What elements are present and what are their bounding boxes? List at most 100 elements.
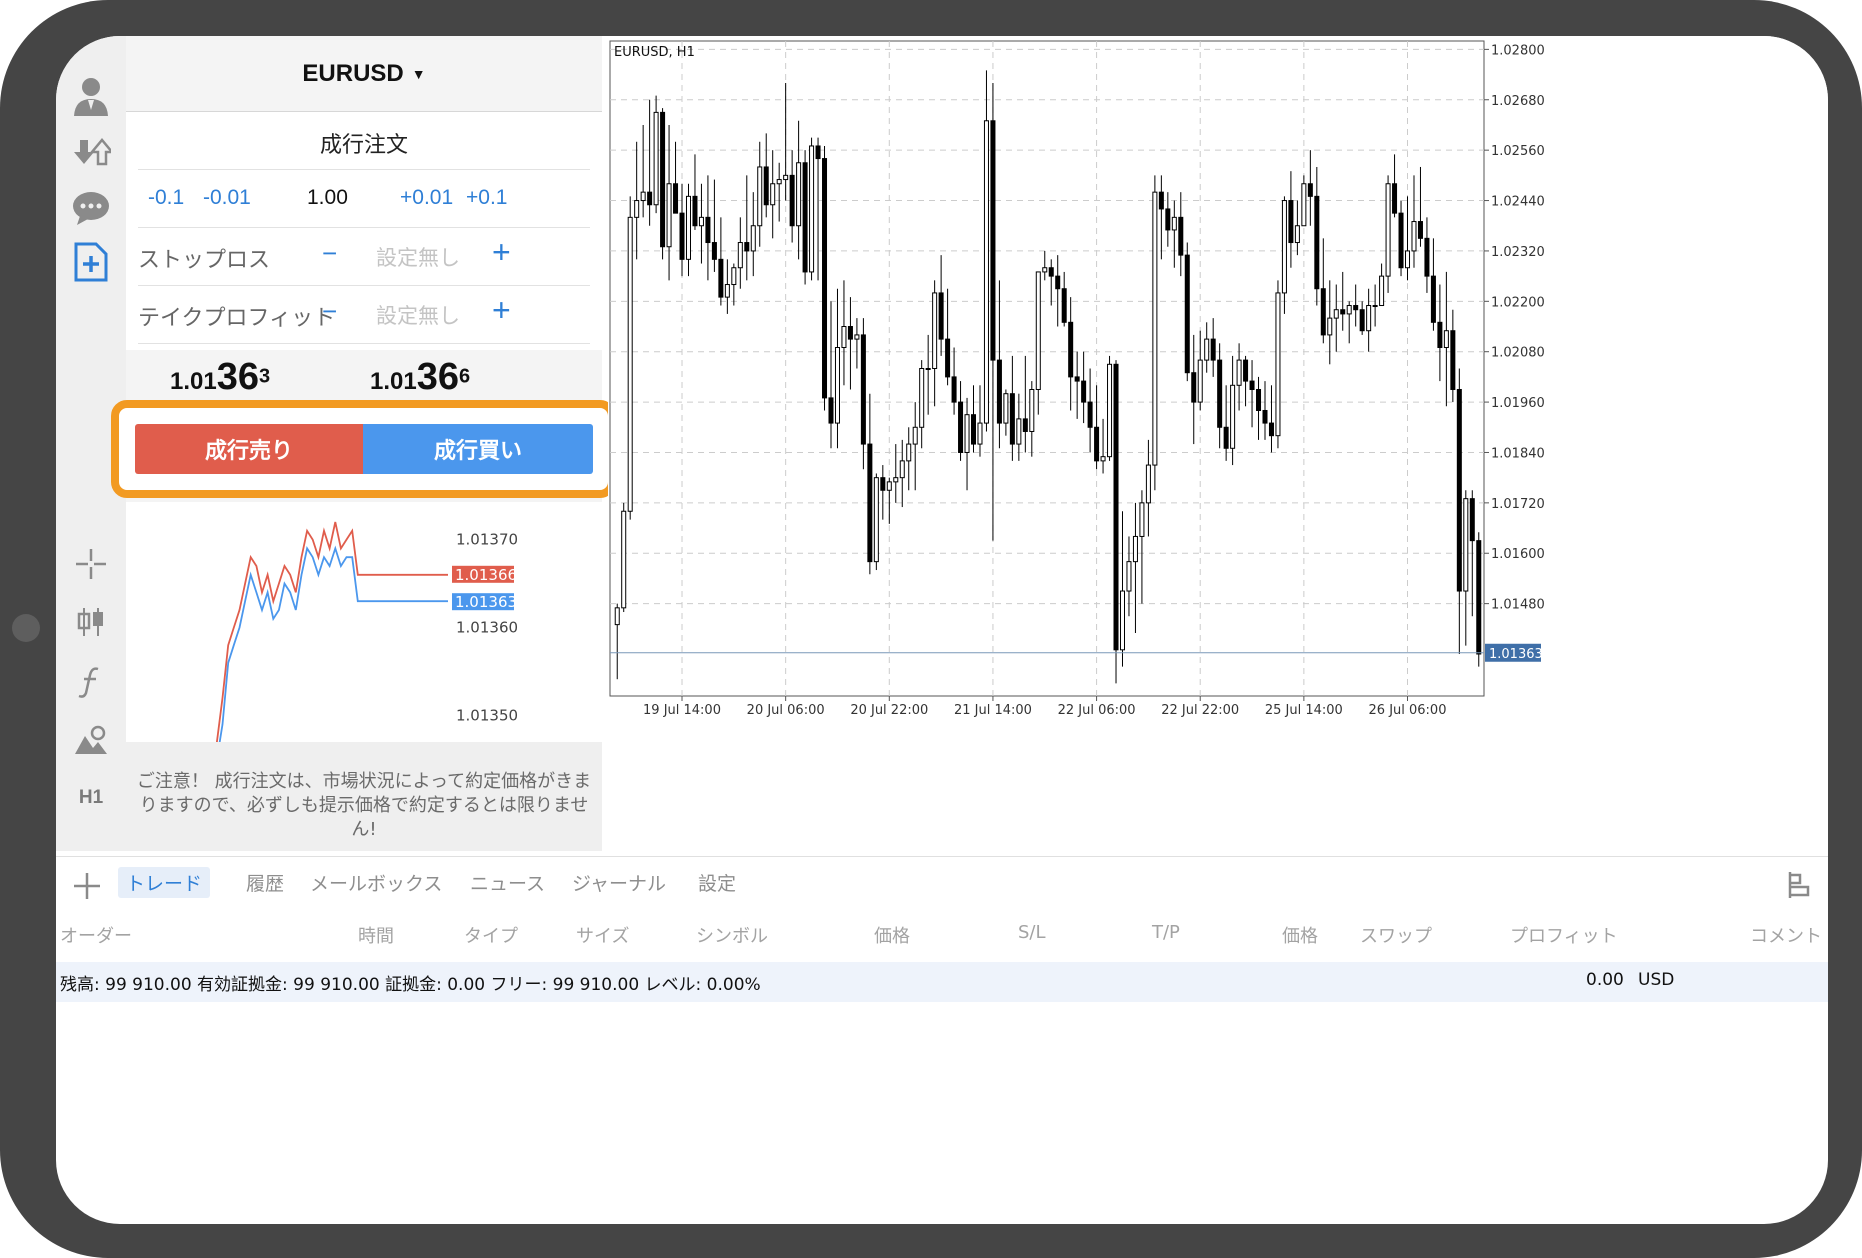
candle-bear bbox=[1158, 191, 1164, 210]
candle-bull bbox=[1139, 502, 1145, 537]
candle-bear bbox=[1353, 305, 1359, 311]
candle-bear bbox=[990, 120, 996, 361]
stop-loss-value[interactable]: 設定無し bbox=[376, 242, 460, 272]
candle-bull bbox=[1404, 250, 1411, 269]
tab-journal[interactable]: ジャーナル bbox=[572, 869, 666, 896]
stop-loss-row: ストップロス − 設定無し + bbox=[138, 228, 590, 286]
candle-bull bbox=[1366, 305, 1372, 332]
candle-bear bbox=[711, 242, 717, 260]
bid-price: 1.01363 bbox=[170, 356, 271, 394]
tick-chart-svg: 1.013701.013601.013501.013401.013661.013… bbox=[137, 521, 518, 815]
candle-bull bbox=[737, 242, 743, 269]
take-profit-value[interactable]: 設定無し bbox=[376, 300, 460, 330]
candle-bull bbox=[809, 145, 815, 273]
candle-bear bbox=[1009, 393, 1015, 445]
highlight-frame: 成行売り 成行買い bbox=[111, 400, 616, 498]
trade-table-header: オーダー 時間 タイプ サイズ シンボル 価格 S/L T/P 価格 スワップ … bbox=[56, 912, 1828, 960]
candle-bull bbox=[873, 477, 879, 563]
candle-bear bbox=[1262, 409, 1268, 424]
volume-minus-large-button[interactable]: -0.1 bbox=[148, 186, 184, 210]
candle-bear bbox=[1392, 183, 1398, 214]
candle-bull bbox=[724, 284, 730, 298]
candle-bear bbox=[1068, 321, 1074, 378]
crosshair-icon[interactable] bbox=[56, 534, 126, 594]
take-profit-minus-button[interactable]: − bbox=[322, 296, 337, 327]
layout-icon[interactable] bbox=[1784, 869, 1816, 901]
candle-bear bbox=[1048, 267, 1054, 277]
objects-icon[interactable] bbox=[56, 710, 126, 770]
tab-trade[interactable]: トレード bbox=[118, 867, 211, 898]
candle-bear bbox=[1437, 321, 1443, 349]
candle-bear bbox=[1087, 401, 1093, 428]
tab-mailbox[interactable]: メールボックス bbox=[310, 869, 442, 896]
candle-bull bbox=[1197, 359, 1203, 403]
candle-bear bbox=[1450, 330, 1456, 390]
tab-news[interactable]: ニュース bbox=[470, 869, 545, 896]
timeframe-label: H1 bbox=[78, 787, 104, 808]
candle-bear bbox=[1288, 200, 1294, 244]
candle-bull bbox=[912, 426, 918, 445]
timeframe-button[interactable]: H1 bbox=[56, 768, 126, 828]
tab-history[interactable]: 履歴 bbox=[246, 869, 284, 896]
volume-value[interactable]: 1.00 bbox=[307, 186, 348, 210]
y-tick-label: 1.02080 bbox=[1491, 346, 1545, 361]
candle-bear bbox=[763, 166, 769, 206]
volume-plus-large-button[interactable]: +0.1 bbox=[466, 186, 507, 210]
chart-type-icon[interactable] bbox=[56, 592, 126, 652]
tab-settings[interactable]: 設定 bbox=[698, 869, 736, 896]
candle-bear bbox=[802, 162, 808, 273]
account-icon[interactable] bbox=[56, 66, 126, 126]
price-chart[interactable]: 1.02800 1.02680 1.02560 1.02440 1.02320 1.022… bbox=[608, 36, 1828, 851]
candle-bear bbox=[1417, 221, 1423, 239]
candle-bull bbox=[685, 195, 692, 260]
candle-bull bbox=[627, 216, 633, 512]
candle-bull bbox=[621, 510, 627, 609]
y-tick-label: 1.02440 bbox=[1491, 195, 1545, 210]
trade-arrows-icon[interactable] bbox=[56, 122, 126, 182]
stop-loss-label: ストップロス bbox=[138, 247, 271, 272]
candle-bull bbox=[1107, 363, 1113, 458]
col-time: 時間 bbox=[358, 926, 394, 947]
add-icon[interactable] bbox=[72, 871, 102, 901]
x-tick-label: 22 Jul 22:00 bbox=[1161, 703, 1239, 718]
bid-line bbox=[138, 545, 448, 815]
candle-bear bbox=[1243, 359, 1249, 382]
candle-bear bbox=[996, 359, 1002, 424]
indicator-icon[interactable] bbox=[56, 652, 126, 712]
chat-icon[interactable] bbox=[56, 178, 126, 238]
x-tick-label: 19 Jul 14:00 bbox=[643, 703, 721, 718]
col-sl: S/L bbox=[1018, 922, 1046, 943]
ask-tag-label: 1.01366 bbox=[455, 566, 517, 584]
take-profit-plus-button[interactable]: + bbox=[492, 292, 511, 329]
symbol-selector[interactable]: EURUSD ▼ bbox=[126, 36, 602, 112]
y-tick-label: 1.01600 bbox=[1491, 547, 1545, 562]
volume-minus-small-button[interactable]: -0.01 bbox=[203, 186, 251, 210]
candle-bear bbox=[847, 326, 853, 340]
market-buy-button[interactable]: 成行買い bbox=[363, 424, 593, 474]
candle-bull bbox=[796, 162, 802, 227]
candle-bull bbox=[1100, 456, 1106, 462]
candle-bear bbox=[1055, 275, 1061, 290]
candle-bull bbox=[925, 368, 931, 370]
candle-bear bbox=[660, 111, 666, 248]
candle-bull bbox=[1042, 267, 1048, 273]
candle-bear bbox=[970, 414, 977, 445]
market-sell-button[interactable]: 成行売り bbox=[135, 424, 363, 474]
col-size: サイズ bbox=[576, 926, 630, 947]
stop-loss-minus-button[interactable]: − bbox=[322, 238, 337, 269]
x-tick-label: 22 Jul 06:00 bbox=[1058, 703, 1136, 718]
volume-plus-small-button[interactable]: +0.01 bbox=[400, 186, 453, 210]
new-order-icon[interactable] bbox=[56, 232, 126, 292]
candle-bear bbox=[1178, 216, 1184, 256]
plot-area bbox=[609, 40, 1485, 697]
order-type-row[interactable]: 成行注文 bbox=[138, 112, 590, 170]
x-tick-label: 26 Jul 06:00 bbox=[1369, 703, 1447, 718]
home-button-icon[interactable] bbox=[12, 614, 40, 642]
order-form: 成行注文 -0.1 -0.01 1.00 +0.01 +0.1 ストップロス −… bbox=[126, 112, 602, 388]
tick-level-label: 1.01370 bbox=[456, 531, 518, 549]
candle-bear bbox=[951, 376, 957, 403]
candle-bull bbox=[886, 481, 892, 491]
candle-bear bbox=[1469, 498, 1475, 542]
candle-bear bbox=[744, 242, 750, 252]
stop-loss-plus-button[interactable]: + bbox=[492, 234, 511, 271]
